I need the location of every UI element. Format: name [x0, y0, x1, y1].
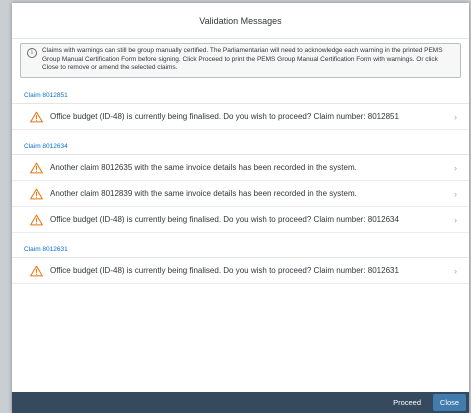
warning-triangle-icon — [30, 162, 43, 173]
group-header-claim: Claim 8012634 — [12, 140, 469, 155]
chevron-right-icon: › — [454, 214, 457, 225]
message-text: Another claim 8012839 with the same invo… — [50, 189, 357, 198]
dialog-title: Validation Messages — [199, 15, 282, 26]
validation-messages-dialog: Validation Messages i Claims with warnin… — [12, 3, 469, 413]
message-text: Another claim 8012635 with the same invo… — [50, 163, 357, 172]
info-message-strip: i Claims with warnings can still be grou… — [20, 43, 461, 78]
message-item[interactable]: Another claim 8012635 with the same invo… — [12, 155, 469, 181]
message-item[interactable]: Office budget (ID-48) is currently being… — [12, 258, 469, 284]
group-header-claim: Claim 8012631 — [12, 243, 469, 258]
chevron-right-icon: › — [454, 111, 457, 122]
warning-triangle-icon — [30, 265, 43, 276]
message-text: Office budget (ID-48) is currently being… — [50, 215, 399, 224]
message-item[interactable]: Office budget (ID-48) is currently being… — [12, 104, 469, 130]
message-list: Claim 8012851 Office budget (ID-48) is c… — [12, 89, 469, 284]
info-icon: i — [27, 48, 37, 58]
info-message-text: Claims with warnings can still be group … — [42, 47, 443, 72]
warning-triangle-icon — [30, 111, 43, 122]
dialog-header: Validation Messages — [12, 3, 469, 39]
warning-triangle-icon — [30, 188, 43, 199]
message-item[interactable]: Office budget (ID-48) is currently being… — [12, 207, 469, 233]
chevron-right-icon: › — [454, 162, 457, 173]
dialog-footer: Proceed Close — [12, 392, 469, 413]
chevron-right-icon: › — [454, 265, 457, 276]
warning-triangle-icon — [30, 214, 43, 225]
message-text: Office budget (ID-48) is currently being… — [50, 112, 399, 121]
group-header-claim: Claim 8012851 — [12, 89, 469, 104]
proceed-button[interactable]: Proceed — [385, 392, 429, 413]
close-button[interactable]: Close — [433, 394, 466, 411]
message-item[interactable]: Another claim 8012839 with the same invo… — [12, 181, 469, 207]
chevron-right-icon: › — [454, 188, 457, 199]
message-text: Office budget (ID-48) is currently being… — [50, 266, 399, 275]
